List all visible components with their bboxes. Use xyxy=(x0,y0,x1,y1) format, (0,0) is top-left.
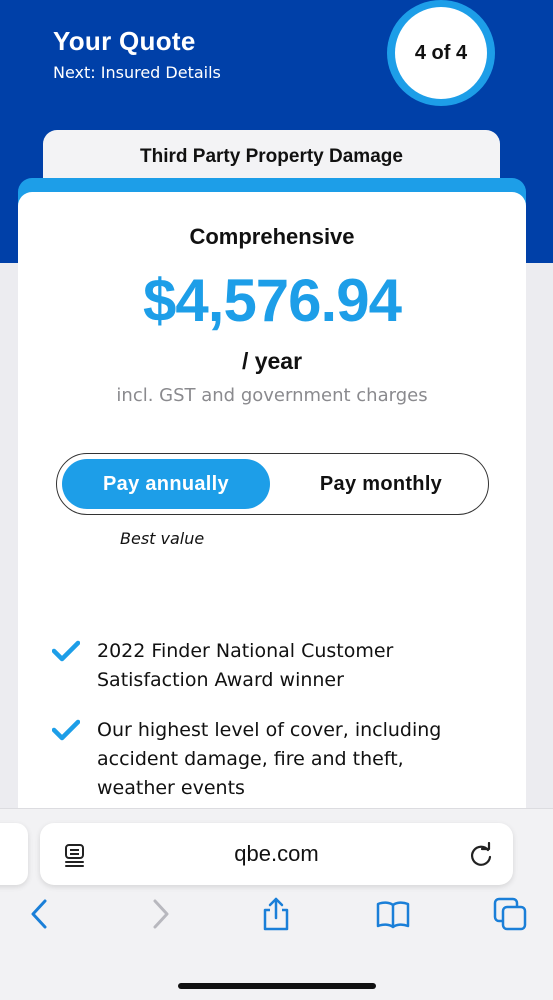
pay-annually-button[interactable]: Pay annually xyxy=(62,459,270,509)
check-icon xyxy=(52,640,80,662)
next-step-label: Next: Insured Details xyxy=(53,63,221,82)
best-value-note: Best value xyxy=(120,529,205,548)
tabs-icon[interactable] xyxy=(492,896,528,932)
pay-monthly-button[interactable]: Pay monthly xyxy=(277,459,485,509)
price-period: / year xyxy=(241,348,303,374)
browser-toolbar: qbe.com xyxy=(0,808,553,1000)
check-icon xyxy=(52,719,80,741)
share-icon[interactable] xyxy=(258,896,294,932)
reload-icon[interactable] xyxy=(468,842,494,868)
bookmarks-icon[interactable] xyxy=(375,896,411,932)
previous-tab-preview[interactable] xyxy=(0,823,28,885)
address-bar[interactable]: qbe.com xyxy=(40,823,513,885)
page: Your Quote Next: Insured Details 4 of 4 … xyxy=(0,0,553,1000)
tab-third-party-label: Third Party Property Damage xyxy=(140,146,403,167)
quote-price: $4,576.94 xyxy=(143,267,402,334)
back-icon[interactable] xyxy=(22,896,58,932)
page-title: Your Quote xyxy=(53,26,196,56)
home-indicator xyxy=(178,983,376,989)
forward-icon[interactable] xyxy=(142,896,178,932)
feature-text: 2022 Finder National Customer Satisfacti… xyxy=(97,640,394,691)
price-note: incl. GST and government charges xyxy=(116,385,428,406)
payment-frequency-toggle: Pay annually Pay monthly xyxy=(56,453,489,515)
plan-name: Comprehensive xyxy=(189,224,355,249)
feature-text: Our highest level of cover, including ac… xyxy=(97,719,442,799)
step-progress-inner: 4 of 4 xyxy=(395,7,487,99)
step-progress-label: 4 of 4 xyxy=(414,42,468,64)
url-domain: qbe.com xyxy=(234,841,319,866)
step-progress-indicator: 4 of 4 xyxy=(387,0,495,106)
